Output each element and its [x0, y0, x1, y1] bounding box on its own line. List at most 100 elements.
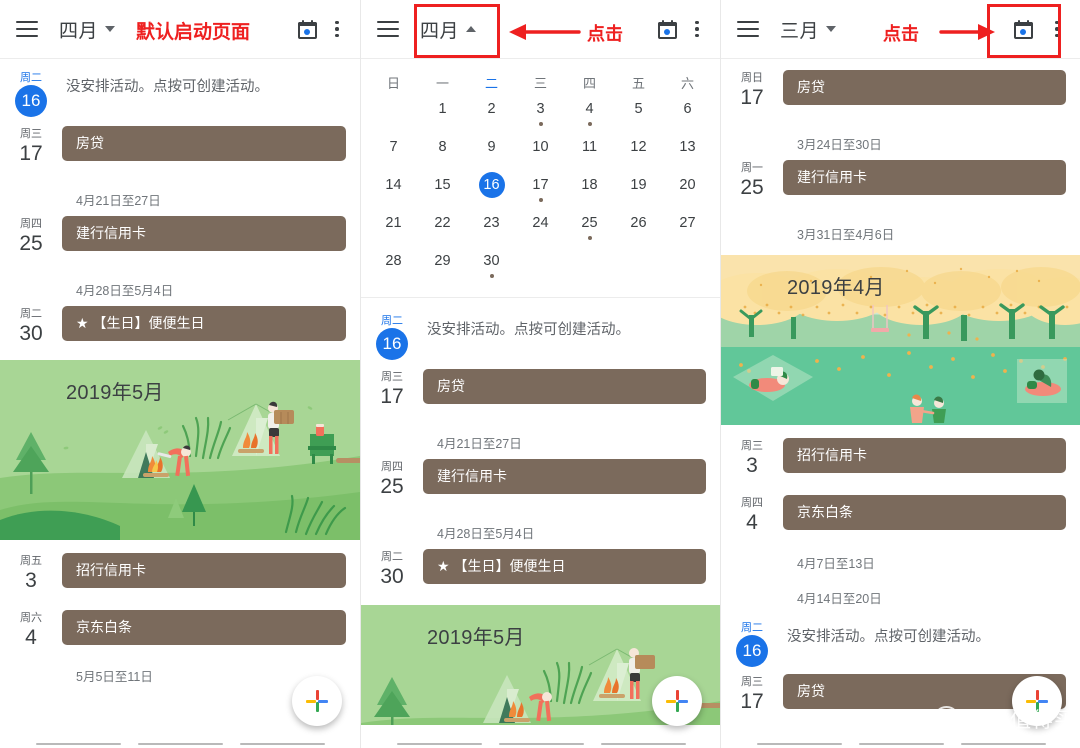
mini-month-day-number: 16 [478, 172, 505, 198]
mini-month-day-cell[interactable]: 24 [516, 209, 565, 247]
mini-month-day-cell[interactable]: 6 [663, 95, 712, 133]
hamburger-menu-icon[interactable] [16, 21, 38, 37]
mini-month-day-cell[interactable]: 7 [369, 133, 418, 171]
day-column: 周五 3 [0, 550, 62, 593]
mini-month-day-cell[interactable]: 25 [565, 209, 614, 247]
no-event-text[interactable]: 没安排活动。点按可创建活动。 [783, 617, 1066, 657]
mini-month-week-row: 7 8 9 10 11 12 13 [369, 133, 712, 171]
mini-month-day-cell[interactable]: 16 [467, 171, 516, 209]
event-chip[interactable]: 房贷 [423, 369, 706, 404]
event-chip[interactable]: 房贷 [62, 126, 346, 161]
mini-month-day-cell[interactable]: 8 [418, 133, 467, 171]
mini-month-day-cell[interactable]: 14 [369, 171, 418, 209]
event-chip[interactable]: 房贷 [783, 70, 1066, 105]
mini-month-day-cell[interactable]: 27 [663, 209, 712, 247]
weekday-header: 二 [467, 69, 516, 95]
week-range-label: 3月31日至4月6日 [797, 228, 895, 242]
day-column: 周二 30 [0, 303, 62, 346]
mini-month-day-cell[interactable]: 1 [418, 95, 467, 133]
weekday-header-text: 二 [484, 76, 498, 91]
day-column: 周二 16 [361, 310, 423, 360]
mini-month-day-cell[interactable]: 5 [614, 95, 663, 133]
event-chip[interactable]: 招行信用卡 [62, 553, 346, 588]
calendar-today-icon [1013, 19, 1033, 39]
hamburger-menu-icon[interactable] [377, 21, 399, 37]
more-vertical-icon[interactable] [684, 12, 710, 46]
list-item[interactable]: 周五 3 招行信用卡 [0, 550, 360, 593]
list-item[interactable]: 周四 4 京东白条 [721, 492, 1080, 535]
month-selector[interactable]: 四月 [55, 11, 119, 48]
plus-icon [1026, 690, 1048, 712]
calendar-today-button[interactable] [290, 12, 324, 46]
more-vertical-icon[interactable] [324, 12, 350, 46]
weekday-label: 周三 [381, 371, 403, 383]
day-column: 周三 17 [0, 123, 62, 166]
day-number: 16 [376, 328, 408, 360]
event-chip[interactable]: 建行信用卡 [62, 216, 346, 251]
create-event-fab[interactable] [1012, 676, 1062, 726]
mini-month-cell-empty [663, 247, 712, 285]
event-chip[interactable]: ★ 【生日】便便生日 [62, 306, 346, 341]
mini-month-day-cell[interactable]: 22 [418, 209, 467, 247]
list-item[interactable]: 周三 3 招行信用卡 [721, 435, 1080, 478]
week-range-label: 4月28日至5月4日 [437, 527, 535, 541]
no-event-text[interactable]: 没安排活动。点按可创建活动。 [62, 67, 346, 107]
mini-month-day-cell[interactable]: 28 [369, 247, 418, 285]
chevron-down-icon [826, 26, 837, 32]
month-selector[interactable]: 四月 [416, 11, 480, 48]
event-chip[interactable]: 建行信用卡 [423, 459, 706, 494]
mini-month-day-cell[interactable]: 20 [663, 171, 712, 209]
weekday-label: 周六 [20, 612, 42, 624]
mini-month-day-cell[interactable]: 23 [467, 209, 516, 247]
mini-month-day-cell[interactable]: 3 [516, 95, 565, 133]
no-event-text[interactable]: 没安排活动。点按可创建活动。 [423, 310, 706, 350]
mini-month-day-cell[interactable]: 15 [418, 171, 467, 209]
mini-month-day-cell[interactable]: 4 [565, 95, 614, 133]
day-column: 周二 16 [0, 67, 62, 117]
list-item[interactable]: 周一 25 建行信用卡 [721, 157, 1080, 200]
mini-month-day-cell[interactable]: 2 [467, 95, 516, 133]
mini-month-day-cell[interactable]: 10 [516, 133, 565, 171]
mini-month-day-cell[interactable]: 26 [614, 209, 663, 247]
list-item[interactable]: 周三 17 房贷 [0, 123, 360, 166]
panel-middle: 四月 点击 日 一 二 三 四 五 六 1 2 3 4 5 6 7 8 9 10… [360, 0, 720, 748]
list-item[interactable]: 周二 16 没安排活动。点按可创建活动。 [721, 617, 1080, 667]
mini-month-day-number: 29 [434, 253, 451, 269]
mini-month-day-cell[interactable]: 13 [663, 133, 712, 171]
day-number: 16 [15, 85, 47, 117]
event-chip[interactable]: 建行信用卡 [783, 160, 1066, 195]
event-chip[interactable]: ★ 【生日】便便生日 [423, 549, 706, 584]
mini-month-day-cell[interactable]: 29 [418, 247, 467, 285]
event-chip[interactable]: 京东白条 [783, 495, 1066, 530]
create-event-fab[interactable] [292, 676, 342, 726]
create-event-fab[interactable] [652, 676, 702, 726]
mini-month-day-number: 12 [630, 139, 647, 155]
event-chip[interactable]: 招行信用卡 [783, 438, 1066, 473]
list-item[interactable]: 周三 17 房贷 [361, 366, 720, 409]
list-item[interactable]: 周六 4 京东白条 [0, 607, 360, 650]
mini-month-day-cell[interactable]: 12 [614, 133, 663, 171]
list-item[interactable]: 周日 17 房贷 [721, 67, 1080, 110]
mini-month-day-cell[interactable]: 19 [614, 171, 663, 209]
calendar-today-button[interactable] [1006, 12, 1040, 46]
list-item[interactable]: 周四 25 建行信用卡 [361, 456, 720, 499]
list-item[interactable]: 周二 30 ★ 【生日】便便生日 [361, 546, 720, 589]
list-item[interactable]: 周四 25 建行信用卡 [0, 213, 360, 256]
mini-month-day-cell[interactable]: 17 [516, 171, 565, 209]
mini-month-day-cell[interactable]: 30 [467, 247, 516, 285]
mini-month-day-cell[interactable]: 9 [467, 133, 516, 171]
event-chip[interactable]: 京东白条 [62, 610, 346, 645]
list-item[interactable]: 周二 16 没安排活动。点按可创建活动。 [0, 67, 360, 117]
hamburger-menu-icon[interactable] [737, 21, 759, 37]
calendar-today-button[interactable] [650, 12, 684, 46]
weekday-label: 周三 [20, 128, 42, 140]
mini-month-day-number: 8 [438, 139, 447, 155]
list-item[interactable]: 周二 16 没安排活动。点按可创建活动。 [361, 310, 720, 360]
mini-month-day-cell[interactable]: 11 [565, 133, 614, 171]
more-vertical-icon[interactable] [1044, 12, 1070, 46]
mini-month-day-cell[interactable]: 18 [565, 171, 614, 209]
list-item[interactable]: 周二 30 ★ 【生日】便便生日 [0, 303, 360, 346]
month-selector[interactable]: 三月 [776, 11, 840, 48]
mini-month-day-cell[interactable]: 21 [369, 209, 418, 247]
